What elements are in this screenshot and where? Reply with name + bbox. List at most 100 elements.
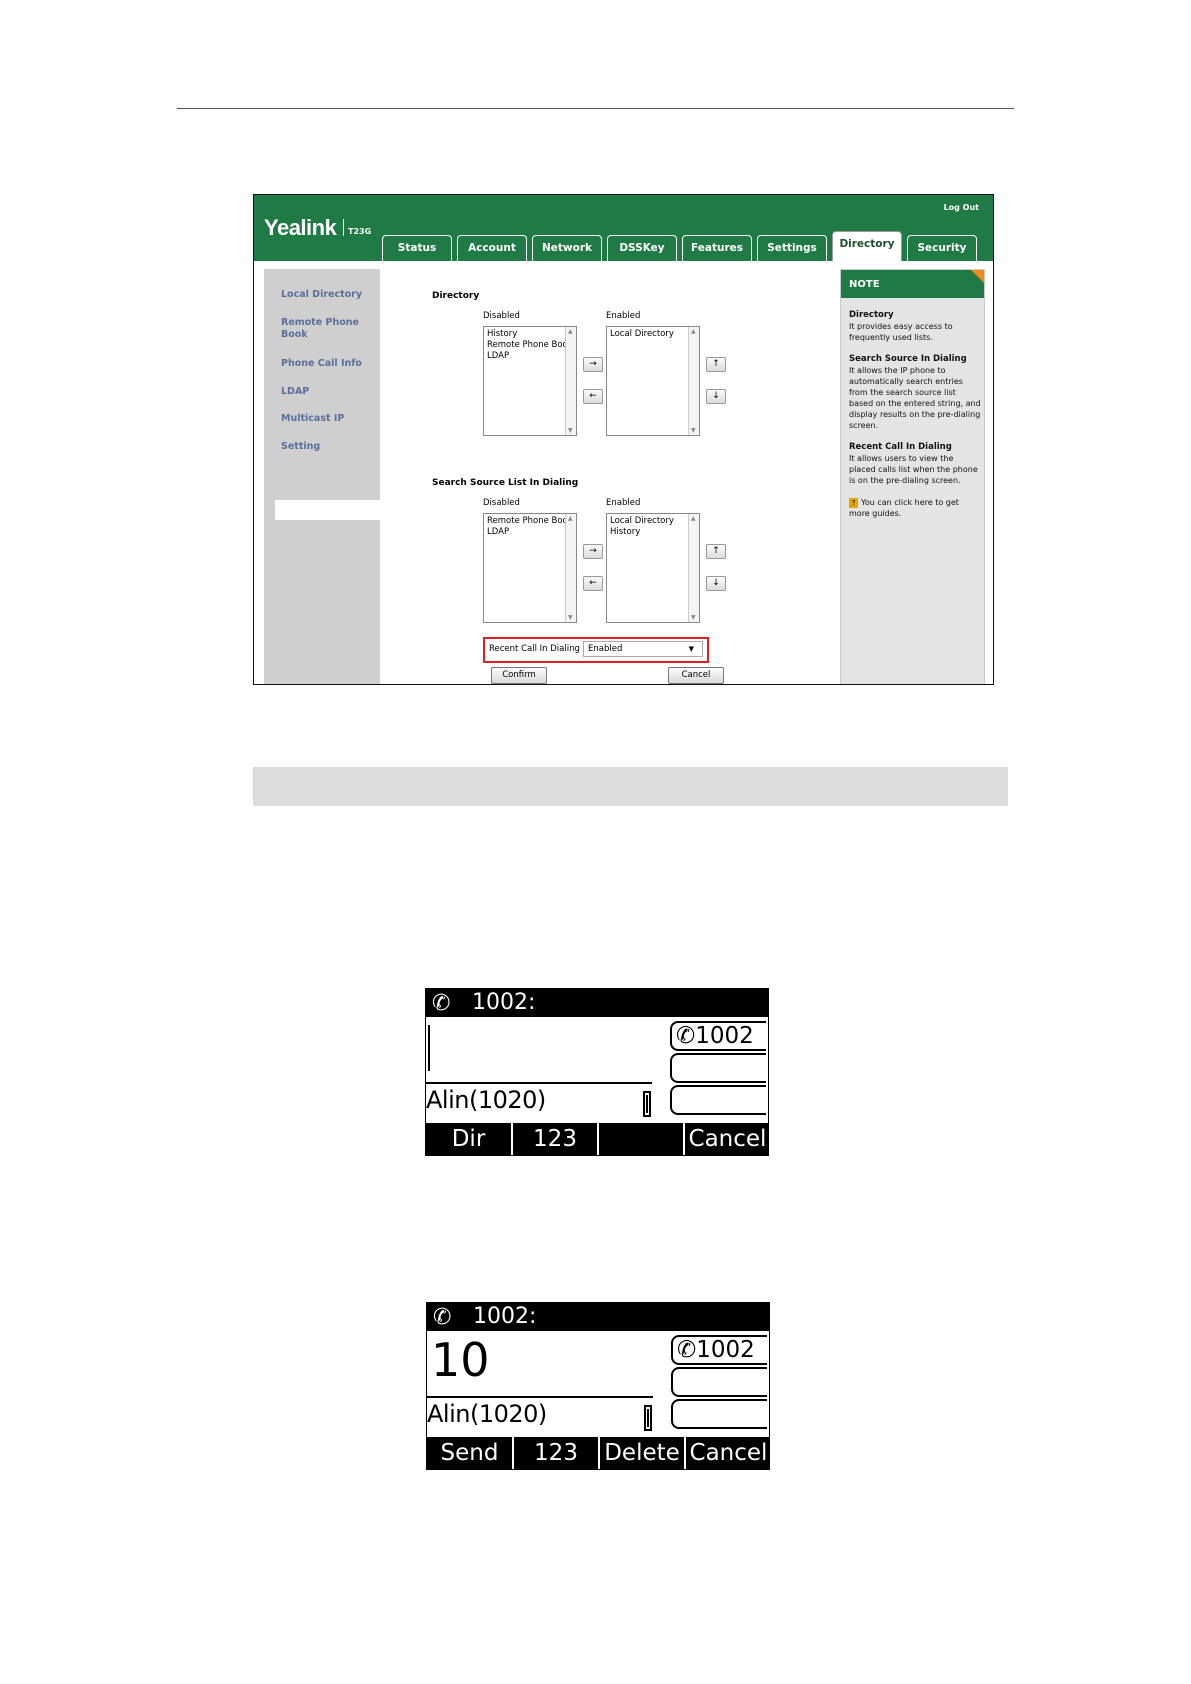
scroll-down-icon[interactable]: ▼ [568, 614, 573, 621]
line-key-3[interactable] [671, 1399, 767, 1429]
handset-icon: ✆ [433, 1305, 452, 1330]
sidebar-item-local-directory[interactable]: Local Directory [281, 289, 362, 300]
move-up-button[interactable]: ↑ [706, 357, 726, 372]
logout-link[interactable]: Log Out [944, 203, 979, 212]
search-move-right-button[interactable]: → [583, 544, 603, 559]
list-item[interactable]: Local Directory [610, 329, 688, 339]
scroll-down-icon[interactable]: ▼ [691, 427, 696, 434]
tab-security[interactable]: Security [907, 235, 977, 261]
directory-enabled-list[interactable]: Local Directory ▲ ▼ [606, 326, 700, 436]
move-left-button[interactable]: ← [583, 389, 603, 404]
web-ui-screenshot: Yealink T23G Log Out Status Account Netw… [253, 194, 994, 685]
list-item[interactable]: Local Directory [610, 516, 688, 526]
move-right-button[interactable]: → [583, 357, 603, 372]
note-corner-icon [971, 270, 984, 283]
line-key-1[interactable]: ✆1002 [671, 1335, 767, 1365]
sidebar-item-phone-call-info[interactable]: Phone Call Info [281, 358, 362, 369]
scrollbar[interactable]: ▲ ▼ [688, 327, 699, 435]
text-cursor [428, 1025, 430, 1071]
sidebar-item-multicast-ip[interactable]: Multicast IP [281, 413, 344, 424]
line-key-label: ✆1002 [677, 1337, 755, 1363]
search-move-left-button[interactable]: ← [583, 576, 603, 591]
tab-settings[interactable]: Settings [757, 235, 827, 261]
lcd-title-bar: ✆ 1002: [427, 1303, 769, 1331]
search-source-title: Search Source List In Dialing [432, 478, 579, 488]
scroll-up-icon[interactable]: ▲ [691, 328, 696, 335]
search-result-item[interactable]: Alin(1020) [426, 1086, 546, 1114]
search-disabled-label: Disabled [483, 498, 520, 508]
scroll-down-icon[interactable]: ▼ [691, 614, 696, 621]
softkey-cancel[interactable]: Cancel [685, 1123, 768, 1155]
softkey-send[interactable]: Send [427, 1437, 512, 1469]
line-key-3[interactable] [670, 1085, 766, 1115]
softkey-123[interactable]: 123 [513, 1123, 597, 1155]
search-move-up-button[interactable]: ↑ [706, 544, 726, 559]
tab-directory[interactable]: Directory [832, 231, 902, 261]
list-item[interactable]: LDAP [487, 351, 565, 361]
search-enabled-list[interactable]: Local Directory History ▲ ▼ [606, 513, 700, 623]
tab-dsskey[interactable]: DSSKey [607, 235, 677, 261]
sidebar-item-remote-phone-book[interactable]: Remote Phone Book [281, 317, 361, 341]
note-section-text: It allows users to view the placed calls… [849, 454, 978, 485]
directory-disabled-list[interactable]: History Remote Phone Boo LDAP ▲ ▼ [483, 326, 577, 436]
sidebar: Local Directory Remote Phone Book Phone … [264, 269, 380, 684]
scrollbar[interactable]: ▲ ▼ [565, 327, 576, 435]
scroll-indicator [643, 1091, 651, 1117]
dial-input[interactable] [428, 1021, 650, 1081]
confirm-button[interactable]: Confirm [491, 667, 547, 684]
sidebar-item-setting[interactable]: Setting [281, 441, 320, 452]
list-item[interactable]: History [610, 527, 688, 537]
scroll-up-icon[interactable]: ▲ [568, 515, 573, 522]
scroll-up-icon[interactable]: ▲ [568, 328, 573, 335]
tab-network[interactable]: Network [532, 235, 602, 261]
help-icon: ? [849, 498, 858, 508]
list-item[interactable]: LDAP [487, 527, 565, 537]
search-disabled-list[interactable]: Remote Phone Boo LDAP ▲ ▼ [483, 513, 577, 623]
softkey-delete[interactable]: Delete [600, 1437, 684, 1469]
handset-icon: ✆ [432, 991, 451, 1016]
softkey-dir[interactable]: Dir [426, 1123, 511, 1155]
cancel-button[interactable]: Cancel [668, 667, 724, 684]
list-item[interactable]: Remote Phone Boo [487, 516, 565, 526]
dial-input[interactable]: 10 [429, 1333, 651, 1395]
chevron-down-icon: ▼ [688, 645, 694, 653]
softkey-cancel[interactable]: Cancel [686, 1437, 769, 1469]
line-key-2[interactable] [671, 1367, 767, 1397]
recent-call-select[interactable]: Enabled ▼ [583, 641, 703, 657]
softkey-bar: Send 123 Delete Cancel [427, 1437, 769, 1469]
lcd-divider [427, 1396, 653, 1398]
note-section-title: Directory [849, 310, 894, 320]
search-result-item[interactable]: Alin(1020) [427, 1400, 547, 1428]
line-key-2[interactable] [670, 1053, 766, 1083]
scroll-down-icon[interactable]: ▼ [568, 427, 573, 434]
softkey-123[interactable]: 123 [514, 1437, 598, 1469]
scrollbar[interactable]: ▲ ▼ [688, 514, 699, 622]
directory-disabled-label: Disabled [483, 311, 520, 321]
scrollbar[interactable]: ▲ ▼ [565, 514, 576, 622]
move-down-button[interactable]: ↓ [706, 389, 726, 404]
line-key-label: ✆1002 [676, 1023, 754, 1049]
sidebar-active-highlight [275, 500, 380, 520]
note-header: NOTE [841, 270, 984, 298]
tab-status[interactable]: Status [382, 235, 452, 261]
tab-features[interactable]: Features [682, 235, 752, 261]
note-section-text: It allows the IP phone to automatically … [849, 366, 981, 430]
softkey-empty[interactable] [599, 1123, 683, 1155]
page-header-rule [177, 108, 1014, 109]
directory-title: Directory [432, 291, 480, 301]
search-move-down-button[interactable]: ↓ [706, 576, 726, 591]
tab-account[interactable]: Account [457, 235, 527, 261]
directory-enabled-label: Enabled [606, 311, 641, 321]
phone-screen-1: ✆ 1002: Alin(1020) ✆1002 Dir 123 Cancel [425, 988, 769, 1156]
line-key-1[interactable]: ✆1002 [670, 1021, 766, 1051]
note-section-text: It provides easy access to frequently us… [849, 322, 953, 342]
logo-separator [343, 219, 344, 236]
help-link[interactable]: ? You can click here to get more guides. [849, 497, 981, 519]
scroll-up-icon[interactable]: ▲ [691, 515, 696, 522]
list-item[interactable]: History [487, 329, 565, 339]
note-section-title: Search Source In Dialing [849, 354, 967, 364]
list-item[interactable]: Remote Phone Boo [487, 340, 565, 350]
note-panel: NOTE Directory It provides easy access to… [840, 269, 985, 684]
sidebar-item-ldap[interactable]: LDAP [281, 386, 309, 397]
brand-logo: Yealink [264, 215, 337, 240]
